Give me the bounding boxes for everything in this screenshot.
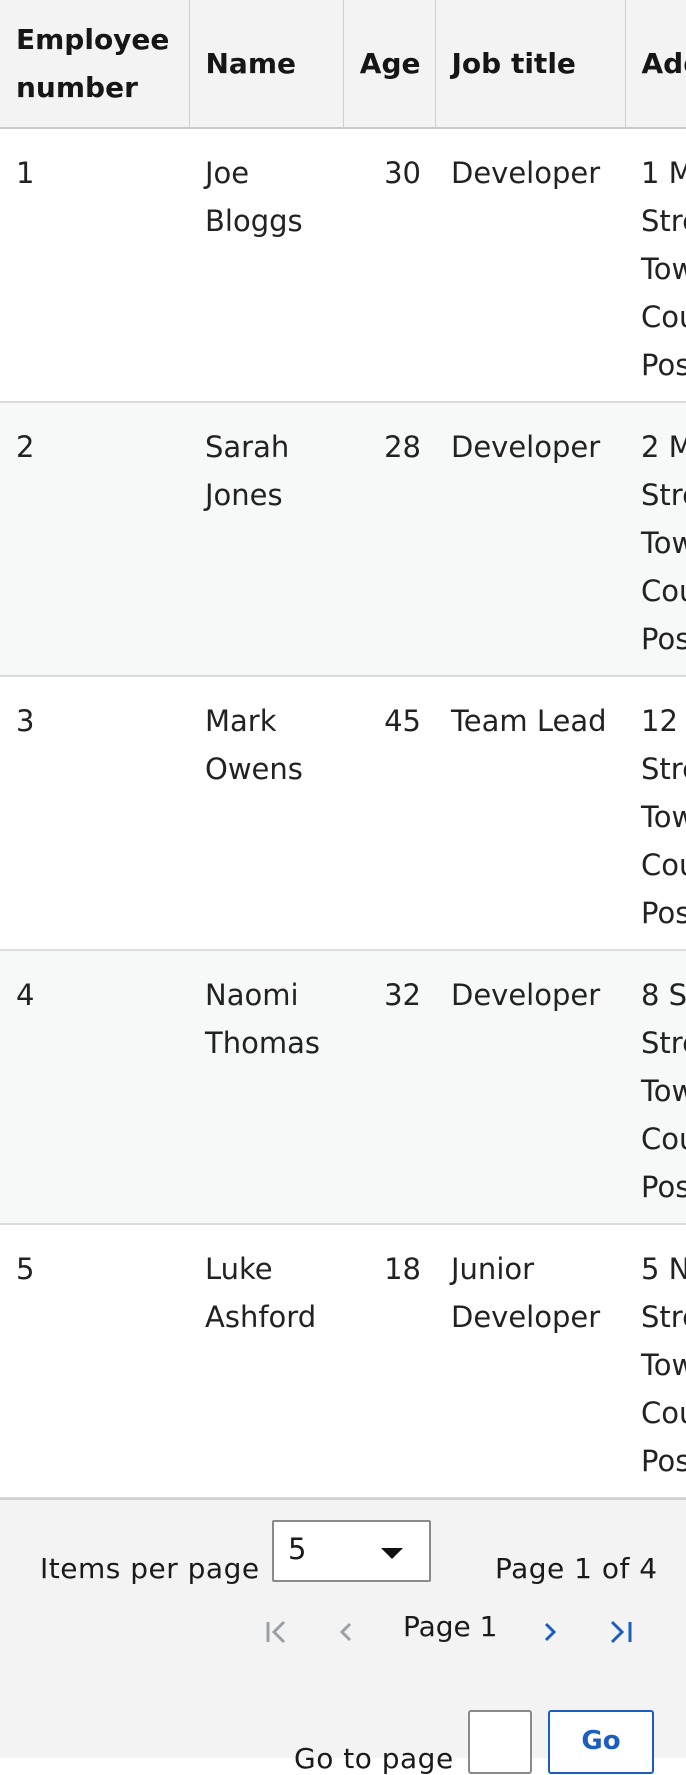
cell-job-title: Junior Developer xyxy=(435,1224,625,1498)
cell-address: 5 New Street, Town, County, Postcode xyxy=(625,1224,686,1498)
cell-address: 12 Main Street, Town, County, Postcode xyxy=(625,676,686,951)
table-row: 3 Mark Owens 45 Team Lead 12 Main Street… xyxy=(0,676,686,951)
address-line: 5 New xyxy=(641,1252,686,1286)
address-line: Town, xyxy=(641,1348,686,1382)
cell-employee-number: 2 xyxy=(0,402,189,677)
header-address[interactable]: Address xyxy=(625,0,686,129)
address-line: County, xyxy=(641,1122,686,1156)
table-row: 2 Sarah Jones 28 Developer 2 Main Street… xyxy=(0,402,686,677)
address-line: County, xyxy=(641,574,686,608)
cell-name: Sarah Jones xyxy=(189,402,343,677)
address-line: County, xyxy=(641,848,686,882)
cell-name: Mark Owens xyxy=(189,676,343,951)
go-to-page-input[interactable] xyxy=(468,1710,532,1774)
address-line: 1 Main xyxy=(641,156,686,190)
go-button[interactable]: Go xyxy=(548,1710,654,1774)
address-line: County, xyxy=(641,1396,686,1430)
cell-address: 2 Main Street, Town, County, Postcode xyxy=(625,402,686,677)
address-line: Street, xyxy=(641,478,686,512)
items-per-page-value: 5 xyxy=(288,1532,307,1566)
address-line: Postcode xyxy=(641,348,686,382)
cell-employee-number: 5 xyxy=(0,1224,189,1498)
employee-table: Employee number Name Age Job title Addre… xyxy=(0,0,686,1498)
table-row: 4 Naomi Thomas 32 Developer 8 Side Stree… xyxy=(0,950,686,1225)
address-line: County, xyxy=(641,300,686,334)
cell-employee-number: 4 xyxy=(0,950,189,1225)
header-employee-number[interactable]: Employee number xyxy=(0,0,190,129)
header-name[interactable]: Name xyxy=(189,0,344,129)
page-of-label: Page 1 of 4 xyxy=(495,1552,658,1585)
address-line: Street, xyxy=(641,1300,686,1334)
cell-address: 8 Side Street, Town, County, Postcode xyxy=(625,950,686,1225)
cell-age: 32 xyxy=(343,950,435,1225)
cell-job-title: Developer xyxy=(435,402,625,677)
previous-page-icon[interactable] xyxy=(334,1612,358,1652)
pagination-bar: Items per page 5 Page 1 of 4 Page 1 Go t… xyxy=(0,1498,686,1775)
cell-name: Luke Ashford xyxy=(189,1224,343,1498)
current-page-label: Page 1 xyxy=(403,1610,498,1643)
caret-down-icon xyxy=(381,1548,403,1559)
address-line: Town, xyxy=(641,526,686,560)
table-row: 1 Joe Bloggs 30 Developer 1 Main Street,… xyxy=(0,128,686,403)
header-job-title[interactable]: Job title xyxy=(435,0,626,129)
address-line: Street, xyxy=(641,204,686,238)
cell-job-title: Team Lead xyxy=(435,676,625,951)
address-line: Postcode xyxy=(641,1170,686,1204)
next-page-icon[interactable] xyxy=(538,1612,562,1652)
header-age[interactable]: Age xyxy=(343,0,436,129)
table-header: Employee number Name Age Job title Addre… xyxy=(0,0,686,129)
cell-age: 28 xyxy=(343,402,435,677)
table-viewport[interactable]: Employee number Name Age Job title Addre… xyxy=(0,0,686,1498)
cell-name: Naomi Thomas xyxy=(189,950,343,1225)
last-page-icon[interactable] xyxy=(606,1612,638,1652)
address-line: Town, xyxy=(641,800,686,834)
cell-age: 45 xyxy=(343,676,435,951)
items-per-page-label: Items per page xyxy=(40,1552,260,1585)
address-line: Town, xyxy=(641,1074,686,1108)
go-to-page-label: Go to page xyxy=(294,1742,454,1775)
cell-name: Joe Bloggs xyxy=(189,128,343,403)
items-per-page-select[interactable]: 5 xyxy=(272,1520,431,1582)
cell-job-title: Developer xyxy=(435,950,625,1225)
address-line: 8 Side xyxy=(641,978,686,1012)
address-line: Postcode xyxy=(641,1444,686,1478)
address-line: Street, xyxy=(641,1026,686,1060)
cell-age: 30 xyxy=(343,128,435,403)
address-line: Postcode xyxy=(641,622,686,656)
address-line: Street, xyxy=(641,752,686,786)
cell-job-title: Developer xyxy=(435,128,625,403)
cell-age: 18 xyxy=(343,1224,435,1498)
cell-employee-number: 3 xyxy=(0,676,189,951)
cell-employee-number: 1 xyxy=(0,128,189,403)
table-row: 5 Luke Ashford 18 Junior Developer 5 New… xyxy=(0,1224,686,1498)
address-line: Postcode xyxy=(641,896,686,930)
address-line: 2 Main xyxy=(641,430,686,464)
cell-address: 1 Main Street, Town, County, Postcode xyxy=(625,128,686,403)
first-page-icon[interactable] xyxy=(262,1612,294,1652)
address-line: 12 Main xyxy=(641,704,686,738)
address-line: Town, xyxy=(641,252,686,286)
